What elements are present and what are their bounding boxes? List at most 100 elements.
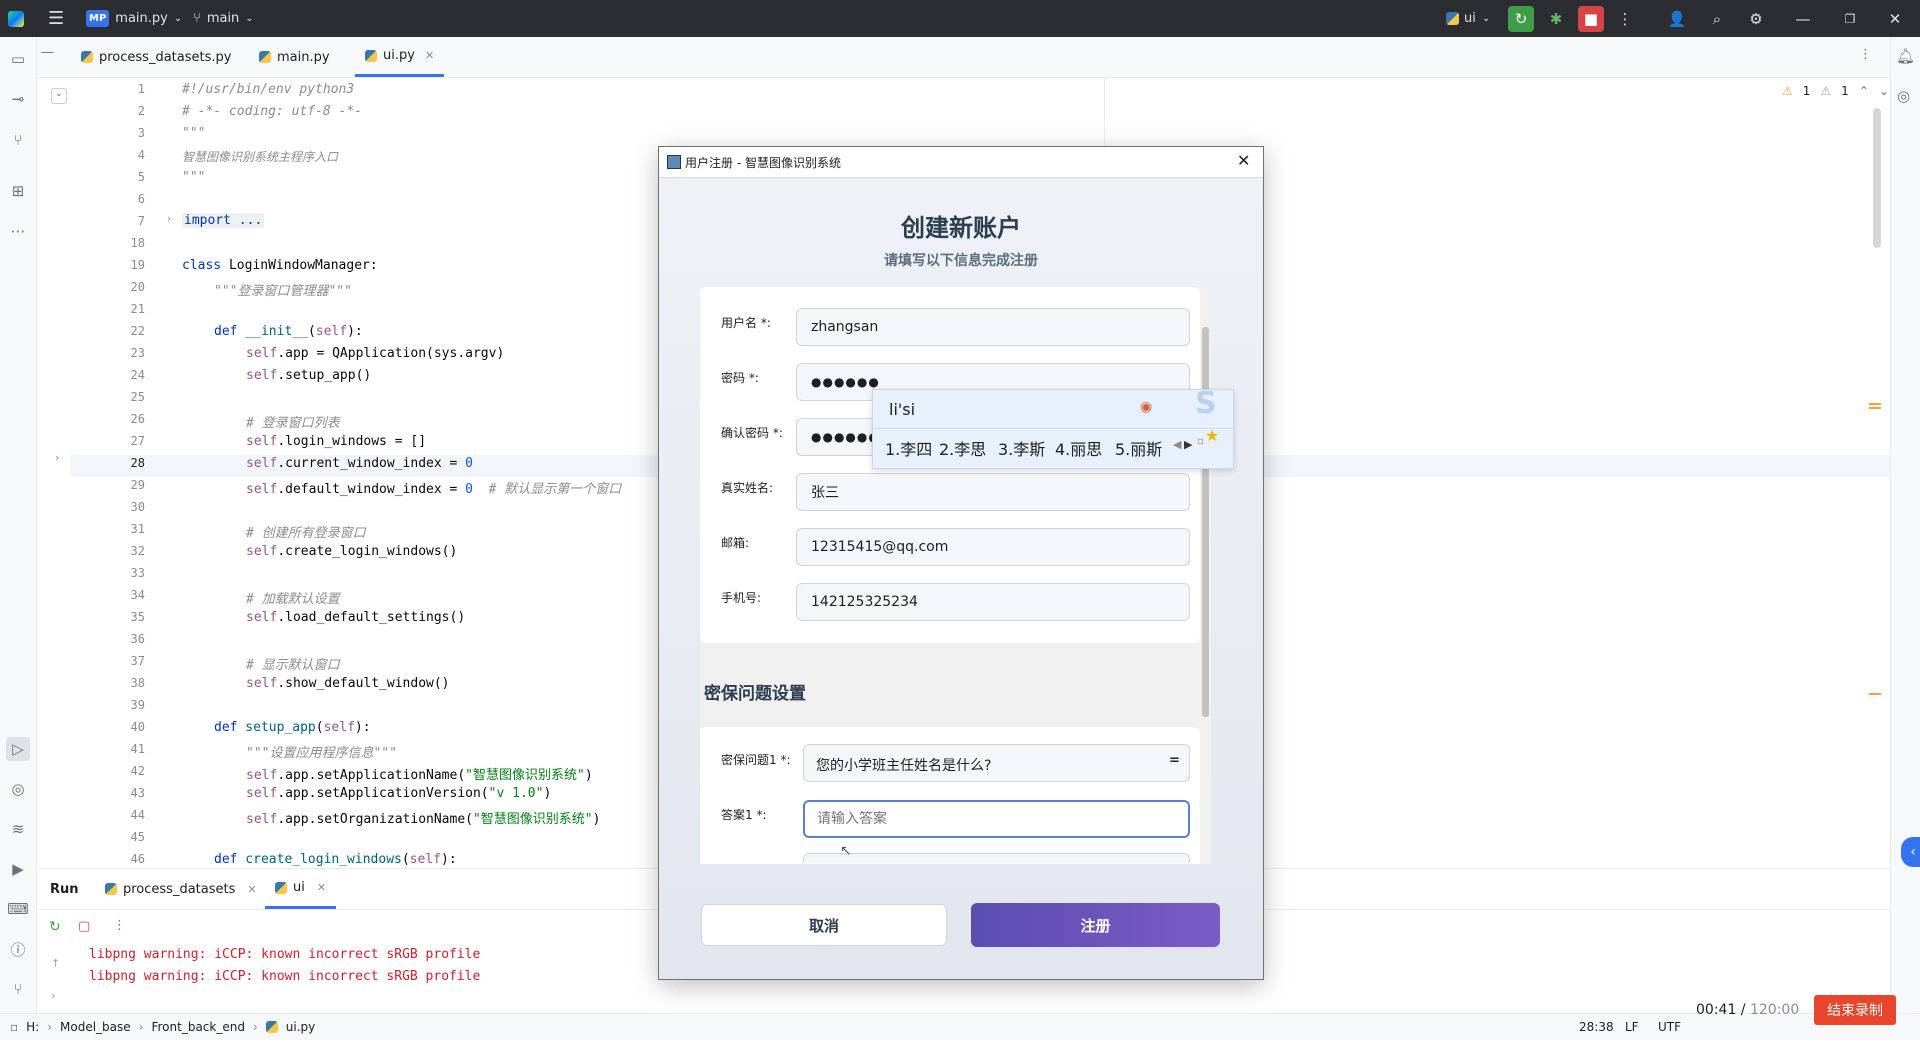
ime-candidate[interactable]: 1.李四 xyxy=(885,436,932,460)
tab-process-datasets[interactable]: process_datasets.py xyxy=(81,37,231,77)
fold-toggle-icon[interactable]: ⌄ xyxy=(51,88,67,104)
rerun-button[interactable]: ↻ xyxy=(1508,6,1534,32)
warning-marker[interactable] xyxy=(1869,693,1881,695)
close-tab-icon[interactable]: ✕ xyxy=(425,49,434,62)
line-separator[interactable]: LF xyxy=(1625,1020,1639,1034)
ime-candidate[interactable]: 3.李斯 xyxy=(998,436,1045,460)
code-token: self xyxy=(323,720,355,735)
gutter-chevron-icon[interactable]: › xyxy=(55,451,59,464)
dialog-title: 用户注册 - 智慧图像识别系统 xyxy=(685,156,841,170)
register-button[interactable]: 注册 xyxy=(971,903,1220,947)
ai-assistant-icon[interactable]: ◎ xyxy=(1897,87,1910,105)
registration-dialog: 用户注册 - 智慧图像识别系统 ✕ 创建新账户 请填写以下信息完成注册 密保问题… xyxy=(658,146,1264,980)
terminal-icon[interactable]: ⌨ xyxy=(6,897,30,921)
title-bar: ☰ MP main.py ⌄ ⑂ main ⌄ ui ⌄ ↻ ✱ ■ ⋮ 👤 ⌕… xyxy=(0,0,1920,37)
run-tool-icon[interactable]: ▷ xyxy=(6,737,30,761)
close-tab-icon[interactable]: ✕ xyxy=(317,881,326,894)
ime-candidate[interactable]: 2.李思 xyxy=(939,436,986,460)
notifications-bell-icon[interactable]: 🔔︎ xyxy=(1896,47,1915,65)
code-token: setup_app xyxy=(237,720,316,735)
line-number: 3 xyxy=(137,126,145,140)
code-line: self.app.setApplicationVersion("v 1.0") xyxy=(246,786,551,801)
tab-ui[interactable]: ui.py ✕ xyxy=(355,37,445,77)
fold-arrow-icon[interactable]: › xyxy=(166,214,172,225)
email-input[interactable]: 12315415@qq.com xyxy=(796,528,1190,566)
run-config-selector[interactable]: ui ⌄ xyxy=(1446,0,1490,37)
more-actions-icon[interactable]: ⋮ xyxy=(1612,6,1638,32)
inspection-widget[interactable]: ⚠ 1 ⚠ 1 ⌃ ⌄ xyxy=(1782,84,1889,98)
rerun-icon[interactable]: ↻ xyxy=(49,919,61,935)
close-tab-icon[interactable]: ✕ xyxy=(247,883,256,896)
breadcrumb-item[interactable]: H: xyxy=(26,1020,39,1034)
main-menu-icon[interactable]: ☰ xyxy=(48,0,64,37)
stop-button[interactable]: ■ xyxy=(1578,6,1604,32)
app-logo-icon[interactable] xyxy=(8,0,24,37)
username-input[interactable]: zhangsan xyxy=(796,308,1190,346)
pull-requests-icon[interactable]: ⑂ xyxy=(6,128,30,152)
side-panel-toggle-icon[interactable]: ‹ xyxy=(1901,837,1920,867)
cancel-button[interactable]: 取消 xyxy=(701,904,947,946)
commit-icon[interactable]: ⊸ xyxy=(6,87,30,111)
security-answer-input[interactable] xyxy=(803,800,1190,838)
ime-candidate[interactable]: 5.丽斯 xyxy=(1115,436,1162,460)
run-tab-process-datasets[interactable]: process_datasets ✕ xyxy=(105,869,257,909)
line-number: 46 xyxy=(130,852,145,866)
search-icon[interactable]: ⌕ xyxy=(1704,6,1730,32)
tab-main[interactable]: main.py xyxy=(259,37,330,77)
code-line: """ xyxy=(182,126,206,141)
code-token: def xyxy=(214,852,238,867)
ime-expand-icon[interactable]: ▫ xyxy=(1197,436,1204,447)
ime-candidate-window: li'si ◉ S 1.李四 2.李思 3.李斯 4.丽思 5.丽斯 ◀ ▶ ▫… xyxy=(872,386,1234,469)
phone-input[interactable]: 142125325234 xyxy=(796,583,1190,621)
dialog-close-button[interactable]: ✕ xyxy=(1237,151,1250,170)
ime-prev-page-icon[interactable]: ◀ xyxy=(1173,438,1181,451)
expand-icon[interactable]: › xyxy=(51,989,55,1002)
editor-tab-bar: — process_datasets.py main.py ui.py ✕ ⋮ xyxy=(37,37,1890,78)
code-token: self xyxy=(246,786,278,801)
chevron-down-icon[interactable]: ⌄ xyxy=(1879,84,1889,98)
minimize-window-button[interactable]: — xyxy=(1790,6,1816,32)
editor-scrollbar[interactable] xyxy=(1873,108,1881,248)
services-icon[interactable]: ▶ xyxy=(6,857,30,881)
realname-input[interactable]: 张三 xyxy=(796,473,1190,511)
run-tab-ui[interactable]: ui ✕ xyxy=(265,869,337,909)
project-selector[interactable]: MP main.py ⌄ xyxy=(86,0,182,37)
git-branch-icon: ⑂ xyxy=(193,11,201,26)
security-question-select[interactable]: 您的小学班主任姓名是什么? = xyxy=(803,744,1190,782)
warning-marker[interactable] xyxy=(1869,407,1881,409)
breadcrumb-item[interactable]: Model_base xyxy=(60,1020,131,1034)
stop-icon[interactable]: ▢ xyxy=(78,919,90,934)
scroll-up-icon[interactable]: ↑ xyxy=(51,957,60,970)
caret-position[interactable]: 28:38 xyxy=(1579,1020,1614,1034)
ime-next-page-icon[interactable]: ▶ xyxy=(1184,438,1192,451)
code-token: .default_window_index = xyxy=(277,482,466,497)
close-window-button[interactable]: ✕ xyxy=(1882,6,1908,32)
stop-recording-button[interactable]: 结束录制 xyxy=(1814,995,1896,1025)
more-tools-icon[interactable]: ⋯ xyxy=(6,219,30,243)
branch-selector[interactable]: ⑂ main ⌄ xyxy=(193,0,254,37)
code-line-folded-import[interactable]: import ... xyxy=(182,213,265,228)
python-console-icon[interactable]: ◎ xyxy=(6,777,30,801)
restore-window-button[interactable]: ❐ xyxy=(1837,6,1863,32)
project-folder-icon[interactable]: ▭ xyxy=(6,47,30,71)
problems-icon[interactable]: ⓘ xyxy=(6,937,30,961)
breadcrumb-item[interactable]: ui.py xyxy=(286,1020,315,1034)
line-number: 1 xyxy=(137,82,145,96)
settings-gear-icon[interactable]: ⚙ xyxy=(1743,6,1769,32)
screen-recorder-overlay: 00:41 / 120:00 结束录制 xyxy=(1686,995,1908,1027)
line-number: 37 xyxy=(130,654,145,668)
line-number: 20 xyxy=(130,280,145,294)
add-user-icon[interactable]: 👤 xyxy=(1664,6,1690,32)
debug-button[interactable]: ✱ xyxy=(1543,6,1569,32)
breadcrumb-item[interactable]: Front_back_end xyxy=(151,1020,244,1034)
git-icon[interactable]: ⑂ xyxy=(6,977,30,1001)
layers-icon[interactable]: ≋ xyxy=(6,817,30,841)
file-encoding[interactable]: UTF xyxy=(1658,1020,1681,1034)
more-icon[interactable]: ⋮ xyxy=(113,918,126,933)
tab-options-icon[interactable]: ⋮ xyxy=(1859,47,1872,62)
collapse-icon[interactable]: — xyxy=(41,45,54,60)
chevron-up-icon[interactable]: ⌃ xyxy=(1859,84,1869,98)
warning-marker[interactable] xyxy=(1869,403,1881,405)
ime-candidate[interactable]: 4.丽思 xyxy=(1055,436,1102,460)
structure-icon[interactable]: ⊞ xyxy=(6,179,30,203)
